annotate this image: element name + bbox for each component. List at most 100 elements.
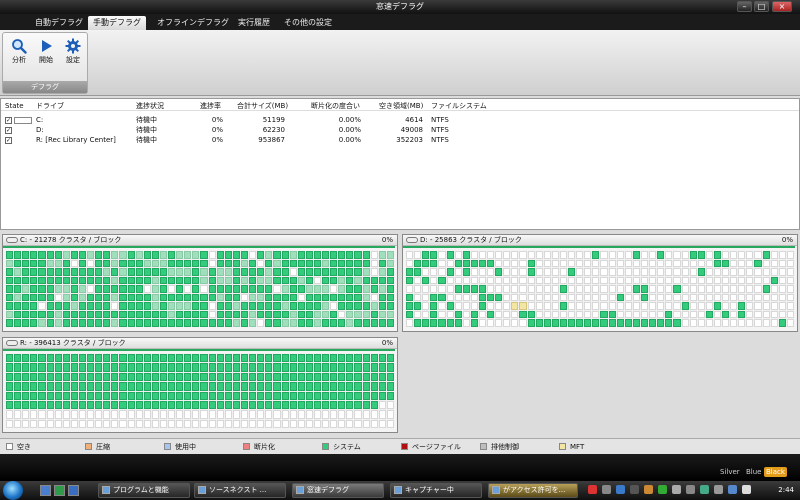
cluster-block	[705, 310, 713, 319]
cluster-block	[281, 285, 289, 293]
cluster-block	[697, 259, 705, 268]
tab-history[interactable]: 実行履歴	[233, 16, 275, 30]
taskbar-item[interactable]: がアクセス許可を...	[488, 483, 578, 498]
cluster-block	[289, 419, 297, 428]
start-button[interactable]: 開始	[34, 36, 58, 72]
cluster-block	[697, 319, 705, 327]
cluster-block	[406, 285, 414, 293]
cluster-block	[151, 319, 159, 327]
col-state[interactable]: State	[5, 102, 24, 111]
panel-title: C: - 21278 クラスタ / ブロック	[20, 236, 122, 244]
theme-silver[interactable]: Silver	[718, 467, 742, 477]
taskbar-item[interactable]: キャプチャー中	[390, 483, 482, 498]
cluster-block	[273, 363, 281, 372]
cluster-block	[576, 293, 584, 302]
minimize-button[interactable]: –	[737, 1, 752, 12]
panel-percent: 0%	[381, 236, 393, 244]
tray-icon[interactable]	[658, 485, 667, 494]
quicklaunch-icon[interactable]	[40, 485, 51, 496]
cluster-block	[665, 268, 673, 276]
cluster-block	[257, 285, 265, 293]
cluster-block	[249, 354, 257, 363]
theme-black[interactable]: Black	[764, 467, 787, 477]
cluster-block	[249, 372, 257, 382]
tray-icon[interactable]	[630, 485, 639, 494]
tray-icon[interactable]	[644, 485, 653, 494]
maximize-button[interactable]: □	[754, 1, 769, 12]
tray-icon[interactable]	[588, 485, 597, 494]
cluster-block	[257, 400, 265, 410]
tray-icon[interactable]	[700, 485, 709, 494]
cluster-block	[297, 276, 305, 285]
cluster-block	[568, 310, 576, 319]
drive-checkbox[interactable]: ✓	[5, 137, 12, 144]
cluster-block	[103, 276, 111, 285]
settings-button[interactable]: 設定	[61, 36, 85, 72]
drive-checkbox[interactable]: ✓	[5, 117, 12, 124]
cluster-block	[192, 293, 200, 302]
cluster-block	[338, 410, 346, 419]
analyze-button[interactable]: 分析	[7, 36, 31, 72]
drive-row[interactable]: ✓ C: 待機中 0% 51199 0.00% 4614 NTFS	[1, 116, 799, 125]
cluster-block	[438, 319, 446, 327]
drive-checkbox[interactable]: ✓	[5, 127, 12, 134]
tab-manual-defrag[interactable]: 手動デフラグ	[88, 16, 146, 30]
cluster-block	[543, 259, 551, 268]
cluster-block	[430, 259, 438, 268]
tab-offline-defrag[interactable]: オフラインデフラグ	[152, 16, 234, 30]
cluster-block	[6, 293, 14, 302]
cluster-block	[657, 251, 665, 259]
cluster-block	[330, 419, 338, 428]
quicklaunch-icon[interactable]	[54, 485, 65, 496]
cluster-block	[322, 391, 330, 400]
tray-icon[interactable]	[616, 485, 625, 494]
col-fs[interactable]: ファイルシステム	[431, 102, 487, 111]
taskbar-item[interactable]: プログラムと機能	[98, 483, 190, 498]
col-frag[interactable]: 断片化の度合い	[311, 102, 360, 111]
tray-icon[interactable]	[602, 485, 611, 494]
col-status[interactable]: 進捗状況	[136, 102, 164, 111]
col-progress[interactable]: 進捗率	[200, 102, 221, 111]
taskbar-item[interactable]: ソースネクスト ...	[194, 483, 286, 498]
cluster-block	[543, 310, 551, 319]
cluster-block	[543, 268, 551, 276]
theme-blue[interactable]: Blue	[744, 467, 764, 477]
tab-auto-defrag[interactable]: 自動デフラグ	[30, 16, 88, 30]
close-button[interactable]: ×	[772, 1, 792, 12]
cluster-block	[713, 268, 722, 276]
cluster-block	[208, 310, 216, 319]
cluster-block	[313, 310, 322, 319]
cluster-block	[346, 259, 354, 268]
col-total[interactable]: 合計サイズ(MB)	[237, 102, 288, 111]
col-free[interactable]: 空き領域(MB)	[379, 102, 423, 111]
tray-icon[interactable]	[742, 485, 751, 494]
drive-row[interactable]: ✓ D: 待機中 0% 62230 0.00% 49008 NTFS	[1, 126, 799, 135]
cluster-block	[289, 410, 297, 419]
cluster-block	[151, 276, 159, 285]
cluster-block	[616, 285, 624, 293]
cluster-block	[70, 310, 78, 319]
tab-other-settings[interactable]: その他の設定	[279, 16, 337, 30]
tray-icon[interactable]	[686, 485, 695, 494]
cluster-block	[176, 372, 184, 382]
cluster-block	[697, 310, 705, 319]
cluster-block	[338, 293, 346, 302]
cluster-block	[305, 293, 313, 302]
cluster-block	[713, 310, 722, 319]
start-button[interactable]	[3, 481, 23, 500]
cluster-block	[168, 259, 176, 268]
col-drive[interactable]: ドライブ	[36, 102, 64, 111]
drive-row[interactable]: ✓ R: [Rec Library Center] 待機中 0% 953867 …	[1, 136, 799, 145]
cluster-block	[176, 354, 184, 363]
cluster-block	[119, 268, 127, 276]
quicklaunch-icon[interactable]	[68, 485, 79, 496]
cluster-block	[103, 410, 111, 419]
cluster-block	[657, 285, 665, 293]
panel-bar	[3, 349, 395, 351]
tray-icon[interactable]	[714, 485, 723, 494]
cluster-block	[151, 400, 159, 410]
tray-icon[interactable]	[672, 485, 681, 494]
tray-icon[interactable]	[728, 485, 737, 494]
taskbar-item[interactable]: 窓速デフラグ	[292, 483, 384, 498]
cluster-block	[681, 285, 689, 293]
